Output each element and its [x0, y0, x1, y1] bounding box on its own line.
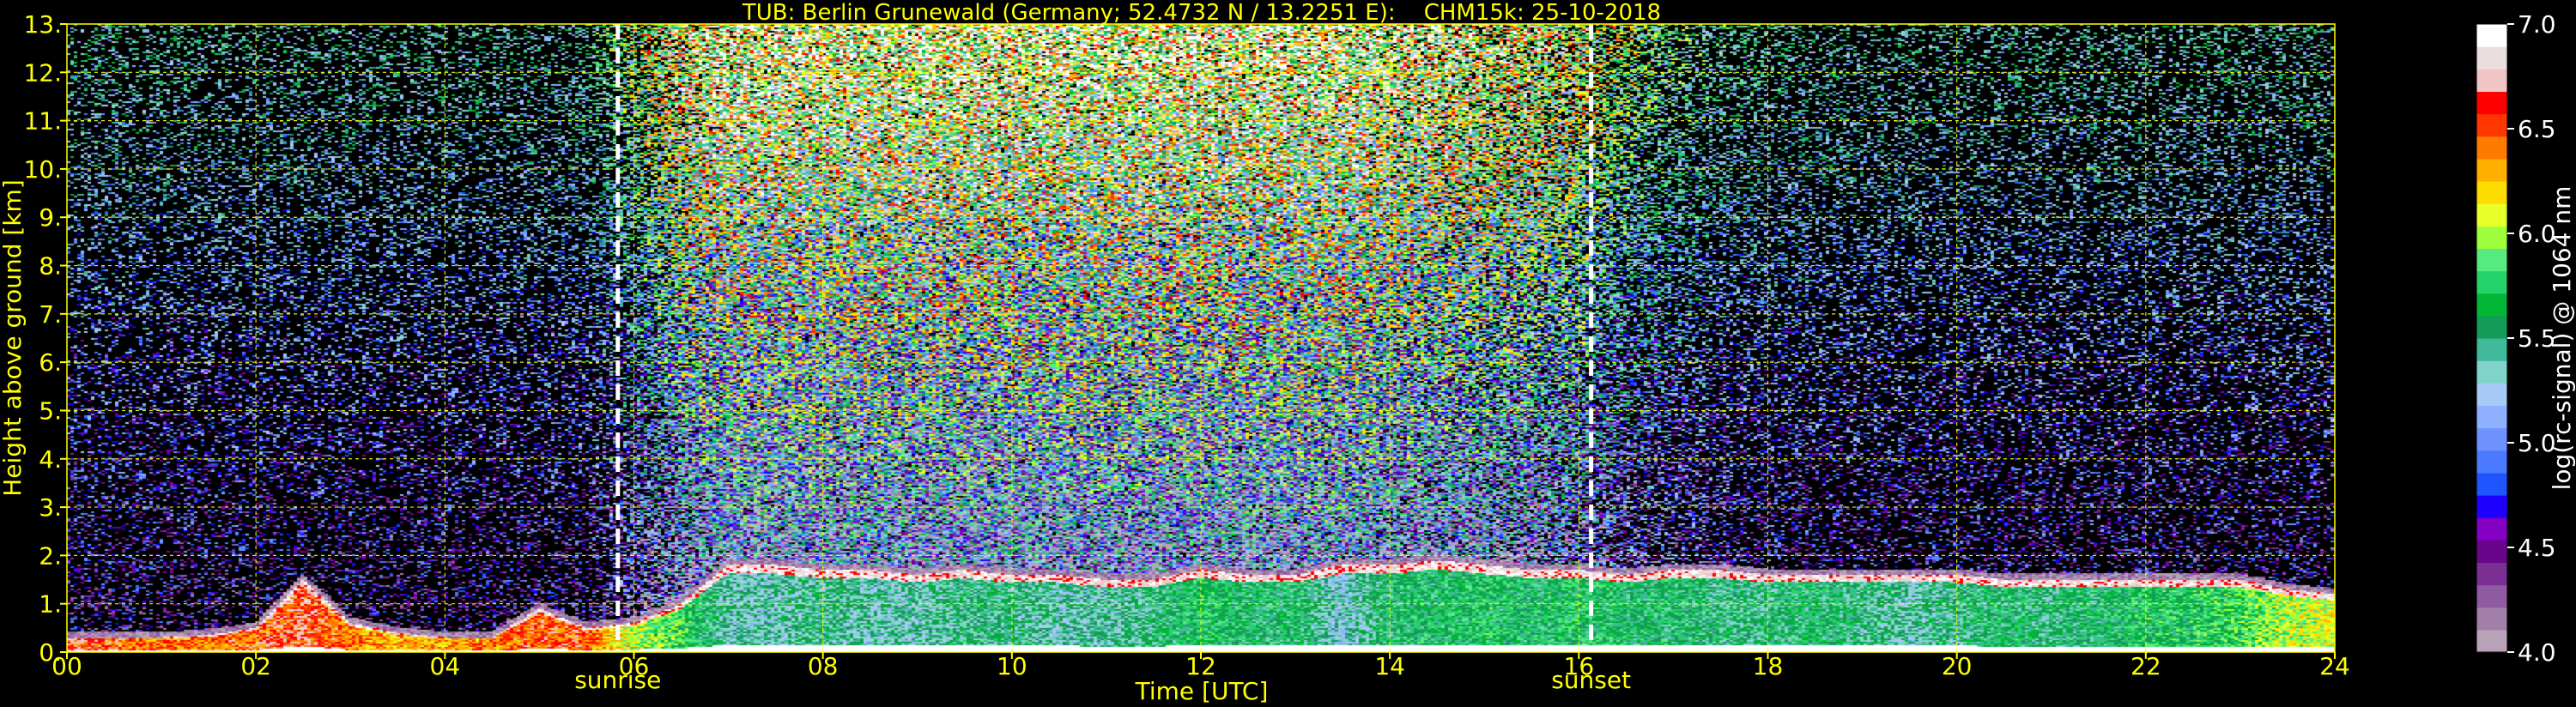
- x-tick-label: 08: [808, 652, 839, 680]
- y-tick-label: 2.: [39, 541, 62, 570]
- colorbar-swatch: [2476, 181, 2507, 204]
- colorbar-swatch: [2476, 584, 2507, 608]
- y-tick-label: 6.: [39, 348, 62, 377]
- x-tick-label: 06: [619, 652, 650, 680]
- x-tick-label: 04: [430, 652, 461, 680]
- colorbar-swatch: [2476, 540, 2507, 564]
- x-tick-label: 02: [240, 652, 271, 680]
- heatmap-canvas-wrapper: [67, 24, 2335, 652]
- x-tick-label: 10: [997, 652, 1027, 680]
- y-tick-label: 4.: [39, 445, 62, 474]
- x-tick-label: 18: [1753, 652, 1784, 680]
- y-tick-label: 7.: [39, 300, 62, 329]
- colorbar-swatch: [2476, 495, 2507, 518]
- colorbar-tick-label: 7.0: [2518, 10, 2556, 39]
- colorbar-swatch: [2476, 248, 2507, 272]
- colorbar-swatch: [2476, 158, 2507, 182]
- y-tick-label: 1.: [39, 590, 62, 619]
- colorbar-tick-label: 6.5: [2518, 115, 2556, 143]
- colorbar-swatch: [2476, 360, 2507, 384]
- colorbar-swatch: [2476, 383, 2507, 407]
- colorbar-swatch: [2476, 338, 2507, 361]
- colorbar-swatch: [2476, 91, 2507, 115]
- colorbar-swatch: [2476, 315, 2507, 339]
- x-tick-label: 20: [1942, 652, 1973, 680]
- colorbar-swatch: [2476, 69, 2507, 93]
- y-tick-label: 10.: [23, 155, 62, 184]
- colorbar-swatch: [2476, 405, 2507, 429]
- y-tick-label: 11.: [23, 107, 62, 136]
- ceilometer-chart: sunrise sunset 00 02 04 06 08 10 12 14 16 18 20 22 24…: [0, 0, 2576, 707]
- colorbar-tick-label: 4.0: [2518, 638, 2556, 667]
- y-tick-label: 12.: [23, 58, 62, 87]
- x-tick-label: 22: [2131, 652, 2161, 680]
- colorbar-swatch: [2476, 472, 2507, 496]
- heatmap-canvas: [67, 24, 2335, 652]
- colorbar-swatch: [2476, 427, 2507, 451]
- colorbar-swatch: [2476, 629, 2507, 653]
- y-tick-label: 13.: [23, 10, 62, 39]
- y-tick-label: 5.: [39, 396, 62, 425]
- y-tick-label: 3.: [39, 493, 62, 522]
- chart-title: TUB: Berlin Grunewald (Germany; 52.4732 …: [742, 0, 1661, 26]
- x-axis-label: Time [UTC]: [1135, 677, 1269, 705]
- colorbar-swatch: [2476, 517, 2507, 541]
- y-tick-label: 9.: [39, 203, 62, 232]
- y-tick-label: 8.: [39, 252, 62, 281]
- x-tick-label: 14: [1374, 652, 1405, 680]
- colorbar-swatch: [2476, 136, 2507, 160]
- colorbar-tick-label: 4.5: [2518, 534, 2556, 562]
- colorbar-swatch: [2476, 607, 2507, 631]
- colorbar-swatch: [2476, 203, 2507, 227]
- colorbar-swatch: [2476, 562, 2507, 586]
- colorbar-swatch: [2476, 293, 2507, 317]
- colorbar-swatch: [2476, 113, 2507, 137]
- colorbar-swatch: [2476, 450, 2507, 474]
- colorbar-swatch: [2476, 24, 2507, 47]
- x-tick-label: 16: [1564, 652, 1595, 680]
- colorbar-swatch: [2476, 46, 2507, 69]
- y-axis-label: Height above ground [km]: [0, 179, 27, 497]
- colorbar-label: log(rc-signal) @ 1064 nm: [2548, 186, 2576, 491]
- x-tick-label: 24: [2319, 652, 2350, 680]
- y-tick-label: 0.: [39, 638, 62, 667]
- colorbar-swatch: [2476, 270, 2507, 294]
- colorbar-swatch: [2476, 226, 2507, 250]
